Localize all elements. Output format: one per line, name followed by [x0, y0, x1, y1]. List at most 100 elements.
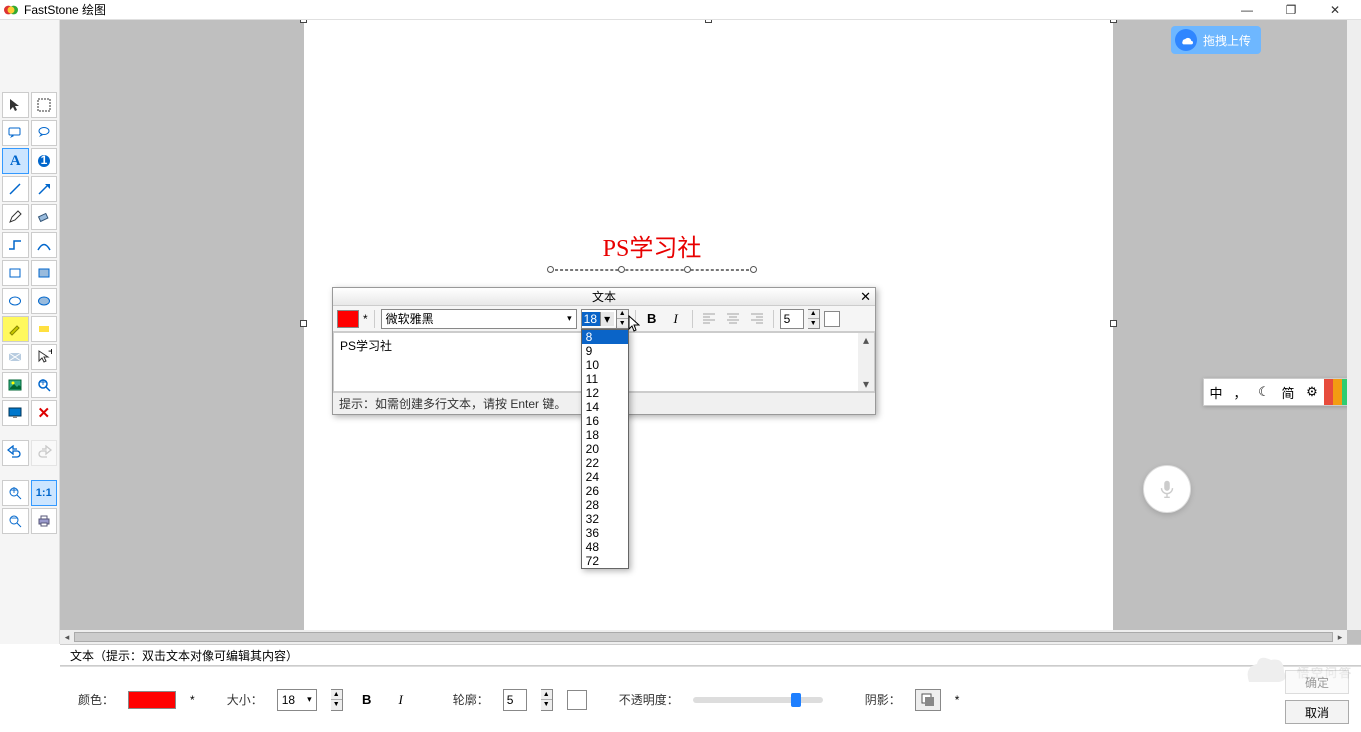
tool-undo[interactable] — [2, 440, 29, 466]
font-size-dropdown-list[interactable]: 89101112141618202224262832364872 — [581, 329, 629, 569]
outline-spinner[interactable]: ▲▼ — [808, 309, 820, 329]
prop-color-swatch[interactable] — [128, 691, 176, 709]
minimize-button[interactable]: — — [1225, 0, 1269, 20]
outline-color-swatch[interactable] — [824, 311, 840, 327]
prop-bold-button[interactable]: B — [357, 690, 377, 710]
prop-outline-input[interactable]: 5 — [503, 689, 527, 711]
font-size-option[interactable]: 14 — [582, 400, 628, 414]
text-object[interactable]: PS学习社 — [550, 228, 754, 280]
spin-up[interactable]: ▲ — [617, 310, 628, 320]
ime-lang[interactable]: 中 — [1204, 379, 1228, 405]
text-color-swatch[interactable] — [337, 310, 359, 328]
horizontal-scrollbar[interactable]: ◂ ▸ — [60, 630, 1347, 644]
font-size-option[interactable]: 10 — [582, 358, 628, 372]
ime-bar[interactable]: 中 ， ☾ 简 ⚙ — [1203, 378, 1361, 406]
close-button[interactable]: ✕ — [1313, 0, 1357, 20]
tool-eraser[interactable] — [31, 204, 58, 230]
tool-curve[interactable] — [31, 232, 58, 258]
spin-down[interactable]: ▼ — [617, 319, 628, 328]
font-size-option[interactable]: 11 — [582, 372, 628, 386]
font-size-option[interactable]: 24 — [582, 470, 628, 484]
font-size-option[interactable]: 36 — [582, 526, 628, 540]
font-size-option[interactable]: 22 — [582, 456, 628, 470]
text-panel-close-button[interactable]: ✕ — [860, 289, 871, 305]
tool-arrow[interactable] — [31, 176, 58, 202]
align-right-button[interactable] — [747, 309, 767, 329]
tool-marquee[interactable] — [31, 92, 58, 118]
tool-ellipse-fill[interactable] — [31, 288, 58, 314]
tool-ellipse[interactable] — [2, 288, 29, 314]
tool-callout-rect[interactable] — [2, 120, 29, 146]
italic-button[interactable]: I — [666, 309, 686, 329]
scroll-right-button[interactable]: ▸ — [1333, 630, 1347, 644]
bold-button[interactable]: B — [642, 309, 662, 329]
prop-outline-spinner[interactable]: ▲▼ — [541, 689, 553, 711]
opacity-slider-knob[interactable] — [791, 693, 801, 707]
font-family-select[interactable]: 微软雅黑 ▾ — [381, 309, 577, 329]
tool-rect-fill[interactable] — [31, 260, 58, 286]
font-size-combo[interactable]: ▾ — [581, 309, 617, 329]
chevron-down-icon: ▾ — [567, 313, 572, 324]
tool-rect[interactable] — [2, 260, 29, 286]
font-size-option[interactable]: 12 — [582, 386, 628, 400]
font-size-option[interactable]: 20 — [582, 442, 628, 456]
maximize-button[interactable]: ❐ — [1269, 0, 1313, 20]
tool-zoom-actual[interactable]: 1:1 — [31, 480, 58, 506]
tool-delete[interactable]: ✕ — [31, 400, 58, 426]
tool-move-cursor[interactable]: + — [31, 344, 58, 370]
font-size-option[interactable]: 72 — [582, 554, 628, 568]
prop-shadow-button[interactable] — [915, 689, 941, 711]
vertical-scrollbar[interactable] — [1347, 20, 1361, 630]
font-size-option[interactable]: 18 — [582, 428, 628, 442]
tool-redo[interactable] — [31, 440, 58, 466]
tool-polyline[interactable] — [2, 232, 29, 258]
prop-outline-color[interactable] — [567, 690, 587, 710]
font-size-input[interactable] — [582, 312, 600, 326]
voice-input-button[interactable] — [1143, 465, 1191, 513]
align-center-button[interactable] — [723, 309, 743, 329]
ime-punct[interactable]: ， — [1228, 379, 1252, 405]
font-size-dropdown-button[interactable]: ▾ — [600, 312, 614, 326]
tool-screen[interactable] — [2, 400, 29, 426]
tool-magnify[interactable]: + — [31, 372, 58, 398]
tool-image[interactable] — [2, 372, 29, 398]
ok-button[interactable]: 确定 — [1285, 670, 1349, 694]
font-size-spinner[interactable]: ▲▼ — [617, 309, 629, 329]
scroll-left-button[interactable]: ◂ — [60, 630, 74, 644]
outline-width-input[interactable]: 5 — [780, 309, 804, 329]
tool-pencil[interactable] — [2, 204, 29, 230]
font-size-option[interactable]: 16 — [582, 414, 628, 428]
tool-text[interactable]: A — [2, 148, 29, 174]
ime-settings-icon[interactable]: ⚙ — [1300, 379, 1324, 405]
tool-zoom-out[interactable]: − — [2, 508, 29, 534]
font-size-option[interactable]: 26 — [582, 484, 628, 498]
canvas-area[interactable]: PS学习社 文本 ✕ * 微软雅黑 ▾ — [60, 20, 1361, 644]
tool-line[interactable] — [2, 176, 29, 202]
prop-italic-button[interactable]: I — [391, 690, 411, 710]
tool-callout-ellipse[interactable] — [31, 120, 58, 146]
text-panel[interactable]: 文本 ✕ * 微软雅黑 ▾ ▾ ▲▼ 89101112 — [332, 287, 876, 415]
prop-size-select[interactable]: 18▾ — [277, 689, 317, 711]
tool-number-stamp[interactable]: 1 — [31, 148, 58, 174]
font-size-option[interactable]: 8 — [582, 330, 628, 344]
font-size-option[interactable]: 28 — [582, 498, 628, 512]
font-size-option[interactable]: 48 — [582, 540, 628, 554]
tool-highlight-rect[interactable] — [31, 316, 58, 342]
tool-blur[interactable] — [2, 344, 29, 370]
tool-highlight[interactable] — [2, 316, 29, 342]
upload-pill[interactable]: 拖拽上传 — [1171, 26, 1261, 54]
prop-size-spinner[interactable]: ▲▼ — [331, 689, 343, 711]
font-family-value: 微软雅黑 — [386, 310, 434, 327]
text-panel-header[interactable]: 文本 ✕ — [333, 288, 875, 306]
tool-select[interactable] — [2, 92, 29, 118]
ime-simp[interactable]: 简 — [1276, 379, 1300, 405]
align-left-button[interactable] — [699, 309, 719, 329]
font-size-option[interactable]: 32 — [582, 512, 628, 526]
cancel-button[interactable]: 取消 — [1285, 700, 1349, 724]
textarea-scrollbar[interactable]: ▴▾ — [858, 333, 874, 391]
opacity-slider[interactable] — [693, 697, 823, 703]
tool-print[interactable] — [31, 508, 58, 534]
ime-moon-icon[interactable]: ☾ — [1252, 379, 1276, 405]
font-size-option[interactable]: 9 — [582, 344, 628, 358]
tool-zoom-in[interactable]: + — [2, 480, 29, 506]
